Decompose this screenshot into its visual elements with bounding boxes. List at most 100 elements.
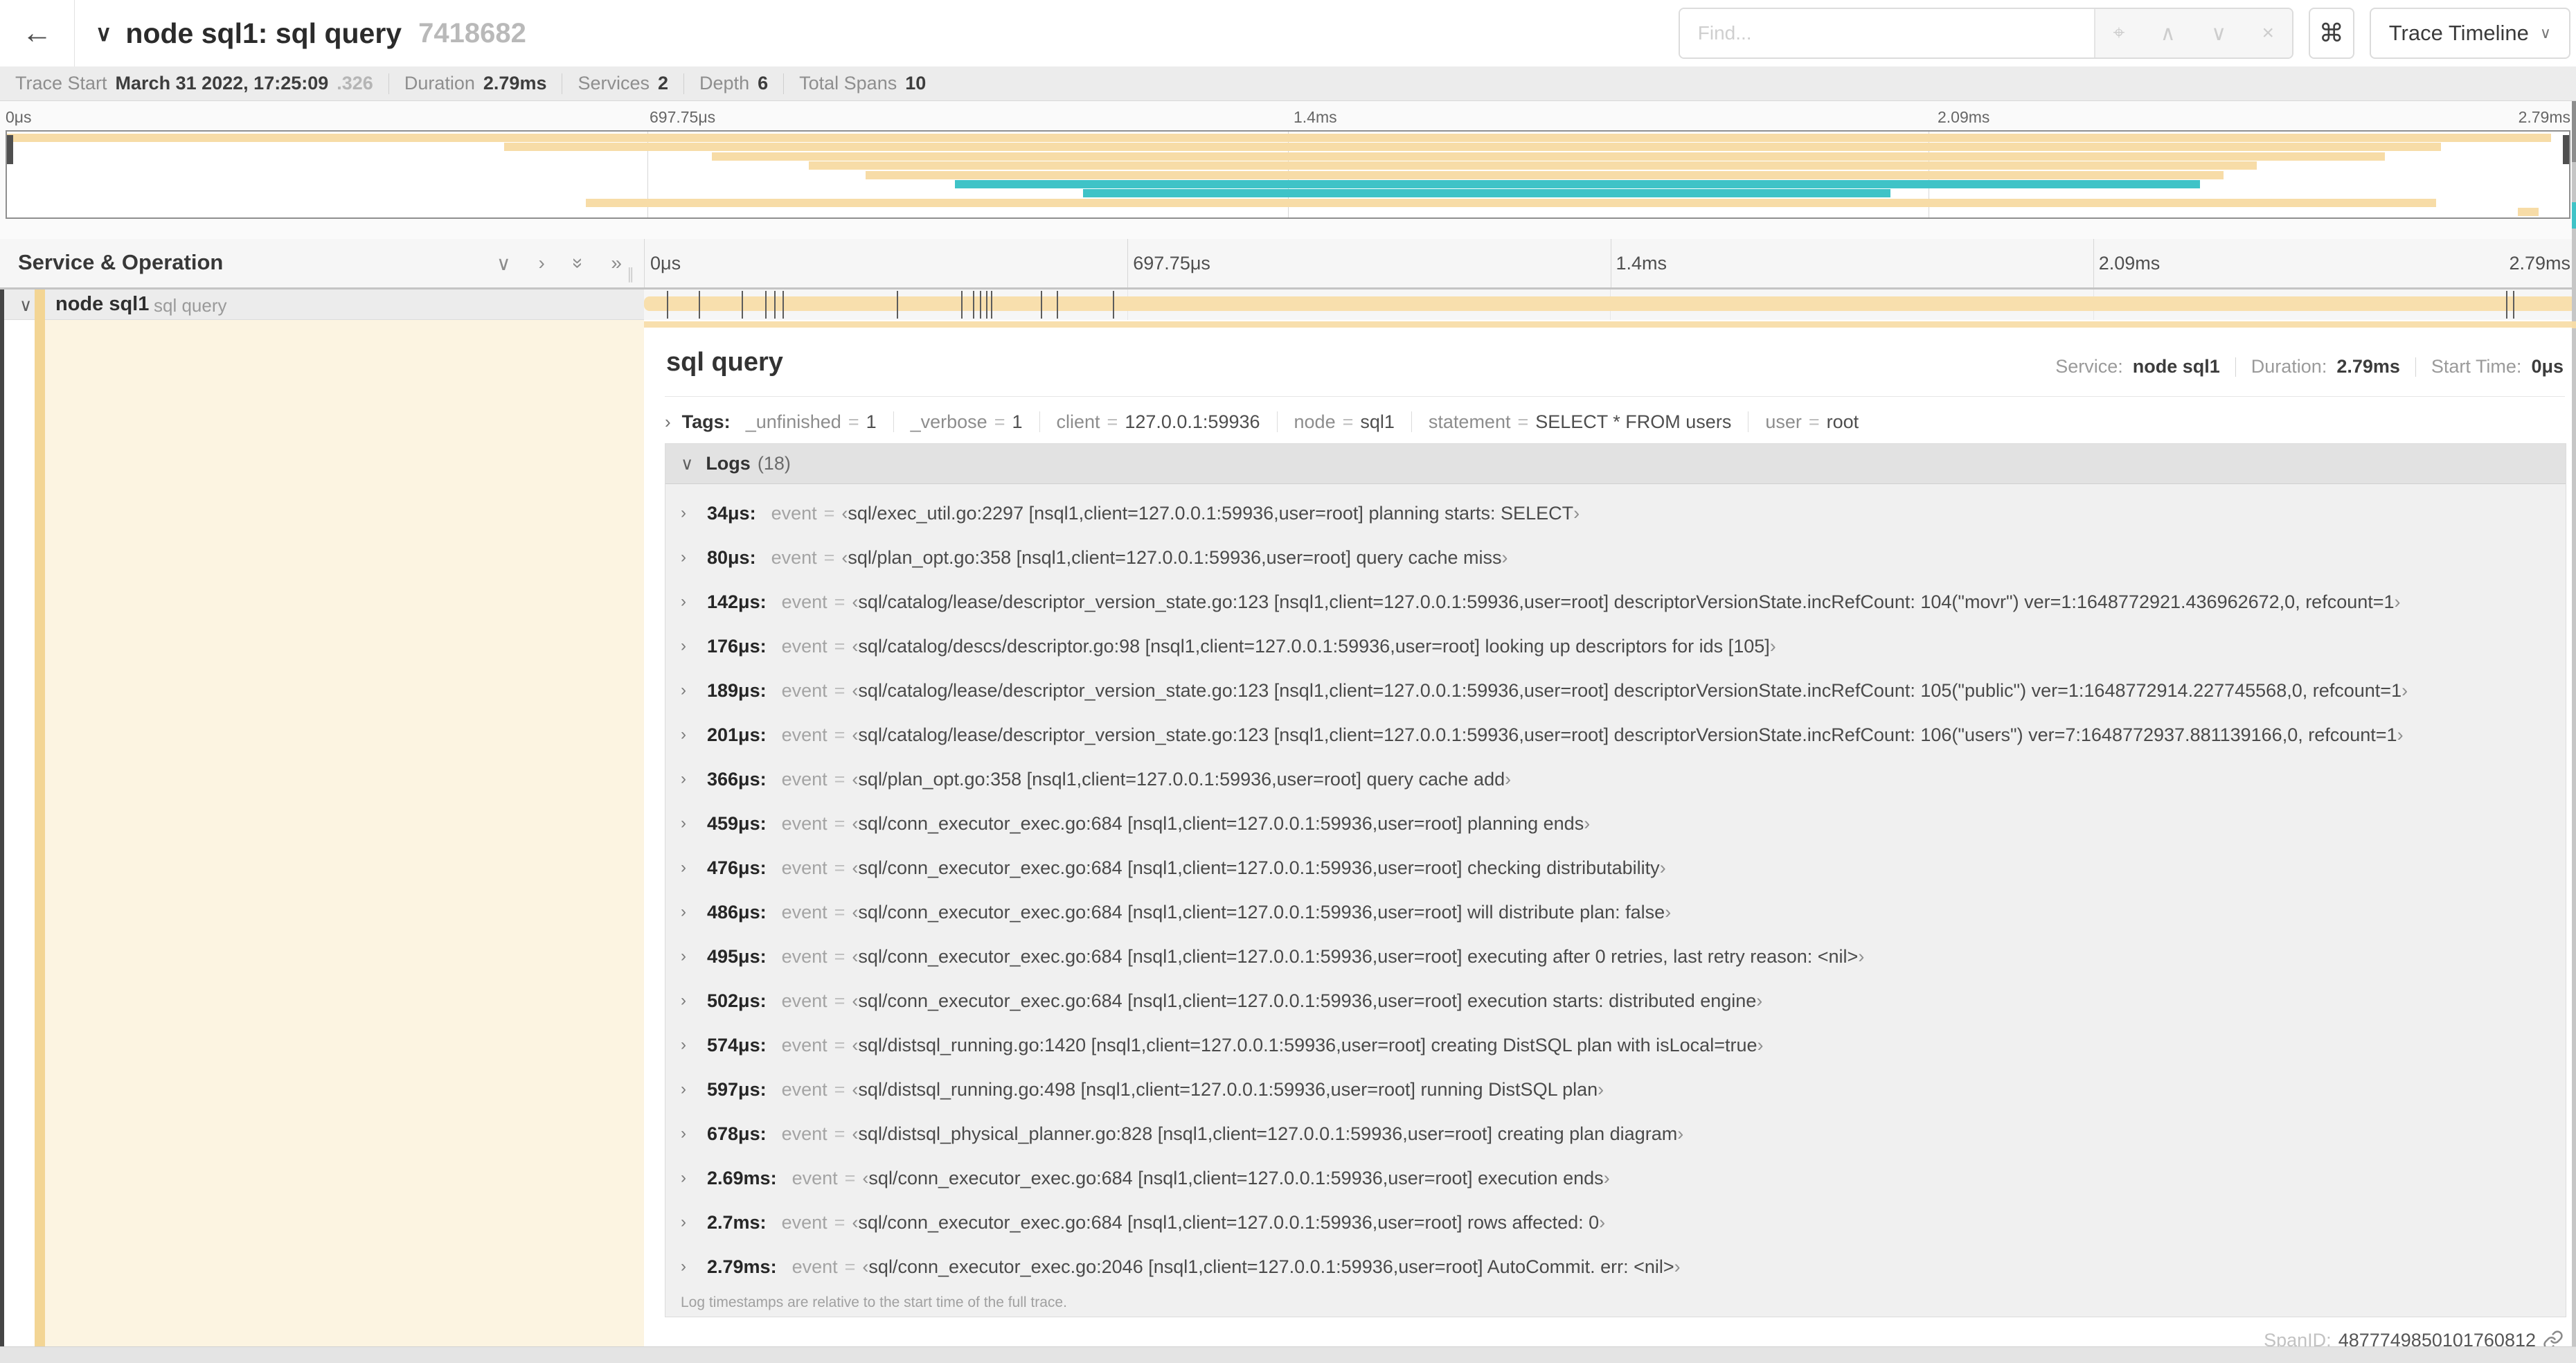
collapse-trace-icon[interactable]: ∨ xyxy=(96,20,111,46)
log-timestamp: 34μs: xyxy=(707,502,756,524)
timeline-minimap-section: 0μs 697.75μs 1.4ms 2.09ms 2.79ms xyxy=(0,101,2576,239)
log-timestamp: 495μs: xyxy=(707,945,767,967)
log-entry[interactable]: › 502μs: event = ‹ sql/conn_executor_exec.go:… xyxy=(665,979,2566,1023)
log-close-quote: › xyxy=(1757,1034,1764,1055)
span-detail-highlight xyxy=(45,320,644,1346)
log-equals: = xyxy=(834,591,846,612)
trace-view-selector[interactable]: Trace Timeline ∨ xyxy=(2369,8,2570,59)
span-duration-bar[interactable] xyxy=(644,296,2576,311)
log-field-value: sql/conn_executor_exec.go:2046 [nsql1,cl… xyxy=(868,1256,1674,1277)
log-entry[interactable]: › 486μs: event = ‹ sql/conn_executor_exec.go:… xyxy=(665,890,2566,934)
log-entry[interactable]: › 366μs: event = ‹ sql/plan_opt.go:358 [nsql1… xyxy=(665,757,2566,801)
tag-item[interactable]: _unfinished = 1 xyxy=(746,411,877,433)
timeline-minimap[interactable] xyxy=(6,130,2570,219)
log-expander-icon[interactable]: › xyxy=(681,1124,707,1143)
tag-item[interactable]: client = 127.0.0.1:59936 xyxy=(1057,411,1260,433)
log-field-key: event xyxy=(781,945,828,967)
keyboard-shortcuts-button[interactable]: ⌘ xyxy=(2308,8,2354,59)
log-close-quote: › xyxy=(2397,724,2404,745)
log-equals: = xyxy=(834,812,846,834)
log-expander-icon[interactable]: › xyxy=(681,1035,707,1055)
log-marker xyxy=(897,291,899,319)
log-expander-icon[interactable]: › xyxy=(681,636,707,656)
span-detail-stats: Service: node sql1 Duration: 2.79ms Start … xyxy=(2055,356,2564,377)
tag-key: client xyxy=(1056,411,1100,432)
clear-find-icon[interactable]: × xyxy=(2262,21,2275,45)
tag-item[interactable]: node = sql1 xyxy=(1294,411,1395,433)
span-name-cell[interactable]: ∨ node sql1 sql query xyxy=(0,289,644,320)
log-entry[interactable]: › 2.7ms: event = ‹ sql/conn_executor_exec.go:… xyxy=(665,1200,2566,1245)
log-timestamp: 189μs: xyxy=(707,679,767,701)
log-entry[interactable]: › 459μs: event = ‹ sql/conn_executor_exec.go:… xyxy=(665,801,2566,846)
log-field-key: event xyxy=(781,812,828,834)
tags-expander-icon[interactable]: › xyxy=(665,411,671,433)
log-expander-icon[interactable]: › xyxy=(681,1168,707,1188)
log-expander-icon[interactable]: › xyxy=(681,991,707,1010)
log-entry[interactable]: › 476μs: event = ‹ sql/conn_executor_exec.go:… xyxy=(665,846,2566,890)
tag-separator xyxy=(1039,411,1040,432)
log-timestamp: 80μs: xyxy=(707,546,756,568)
log-entry[interactable]: › 34μs: event = ‹ sql/exec_util.go:2297 [nsql… xyxy=(665,491,2566,535)
collapse-all-icon[interactable]: » xyxy=(567,258,589,269)
log-expander-icon[interactable]: › xyxy=(681,548,707,567)
minimap-left-scrubber[interactable] xyxy=(7,135,13,164)
log-entry[interactable]: › 142μs: event = ‹ sql/catalog/lease/descript… xyxy=(665,580,2566,624)
log-marker xyxy=(2506,291,2508,319)
services-label: Services xyxy=(578,73,650,93)
log-expander-icon[interactable]: › xyxy=(681,1080,707,1099)
log-expander-icon[interactable]: › xyxy=(681,902,707,922)
find-input[interactable] xyxy=(1679,9,2094,57)
log-entry[interactable]: › 574μs: event = ‹ sql/distsql_running.go:142… xyxy=(665,1023,2566,1067)
log-entry[interactable]: › 495μs: event = ‹ sql/conn_executor_exec.go:… xyxy=(665,934,2566,979)
log-field-key: event xyxy=(781,635,828,657)
collapse-one-icon[interactable]: ∨ xyxy=(497,252,511,275)
log-expander-icon[interactable]: › xyxy=(681,592,707,612)
tags-row[interactable]: › Tags: _unfinished = 1 _verbose = 1 client = 12… xyxy=(665,404,2565,439)
tag-item[interactable]: user = root xyxy=(1765,411,1859,433)
log-expander-icon[interactable]: › xyxy=(681,814,707,833)
tag-item[interactable]: _verbose = 1 xyxy=(911,411,1023,433)
minimap-span-bar xyxy=(809,161,2257,170)
span-bar-cell[interactable] xyxy=(644,289,2576,320)
log-open-quote: ‹ xyxy=(852,591,859,612)
locate-match-icon[interactable]: ⌖ xyxy=(2113,21,2125,45)
log-close-quote: › xyxy=(1505,768,1512,790)
log-expander-icon[interactable]: › xyxy=(681,1257,707,1276)
scrollbar-thumb[interactable] xyxy=(2572,101,2576,162)
log-expander-icon[interactable]: › xyxy=(681,858,707,878)
log-entry[interactable]: › 597μs: event = ‹ sql/distsql_running.go:498… xyxy=(665,1067,2566,1112)
service-operation-header: Service & Operation ∨ › » » ∥ xyxy=(0,239,644,287)
log-entry[interactable]: › 201μs: event = ‹ sql/catalog/lease/descript… xyxy=(665,713,2566,757)
log-entry[interactable]: › 2.79ms: event = ‹ sql/conn_executor_exec.go… xyxy=(665,1245,2566,1289)
span-collapse-icon[interactable]: ∨ xyxy=(19,295,32,316)
column-resizer-grip[interactable]: ∥ xyxy=(627,265,634,283)
tick-label: 697.75μs xyxy=(650,108,716,126)
next-match-icon[interactable]: ∨ xyxy=(2211,21,2226,46)
trace-start-value: March 31 2022, 17:25:09 xyxy=(115,73,329,93)
log-expander-icon[interactable]: › xyxy=(681,725,707,745)
tag-value: SELECT * FROM users xyxy=(1535,411,1732,432)
log-entry[interactable]: › 678μs: event = ‹ sql/distsql_physical_plann… xyxy=(665,1112,2566,1156)
log-entry[interactable]: › 189μs: event = ‹ sql/catalog/lease/descript… xyxy=(665,668,2566,713)
right-edge-scrollbar[interactable] xyxy=(2572,101,2576,1346)
expand-all-icon[interactable]: » xyxy=(611,252,622,274)
log-entry[interactable]: › 80μs: event = ‹ sql/plan_opt.go:358 [nsql1,… xyxy=(665,535,2566,580)
log-expander-icon[interactable]: › xyxy=(681,947,707,966)
log-expander-icon[interactable]: › xyxy=(681,769,707,789)
prev-match-icon[interactable]: ∧ xyxy=(2161,21,2176,46)
scrollbar-teal-mark xyxy=(2572,202,2576,229)
logs-header[interactable]: ∨ Logs (18) xyxy=(665,444,2566,484)
back-button[interactable]: ← xyxy=(0,0,75,66)
trace-duration: Duration 2.79ms xyxy=(404,73,547,94)
tick-label: 0μs xyxy=(6,108,32,126)
tag-item[interactable]: statement = SELECT * FROM users xyxy=(1429,411,1731,433)
log-expander-icon[interactable]: › xyxy=(681,1213,707,1232)
span-row[interactable]: ∨ node sql1 sql query xyxy=(0,289,2576,320)
expand-one-icon[interactable]: › xyxy=(539,252,545,274)
log-entry[interactable]: › 176μs: event = ‹ sql/catalog/descs/descript… xyxy=(665,624,2566,668)
log-entry[interactable]: › 2.69ms: event = ‹ sql/conn_executor_exec.go… xyxy=(665,1156,2566,1200)
log-timestamp: 678μs: xyxy=(707,1123,767,1144)
log-expander-icon[interactable]: › xyxy=(681,504,707,523)
minimap-right-scrubber[interactable] xyxy=(2563,135,2569,164)
log-expander-icon[interactable]: › xyxy=(681,681,707,700)
